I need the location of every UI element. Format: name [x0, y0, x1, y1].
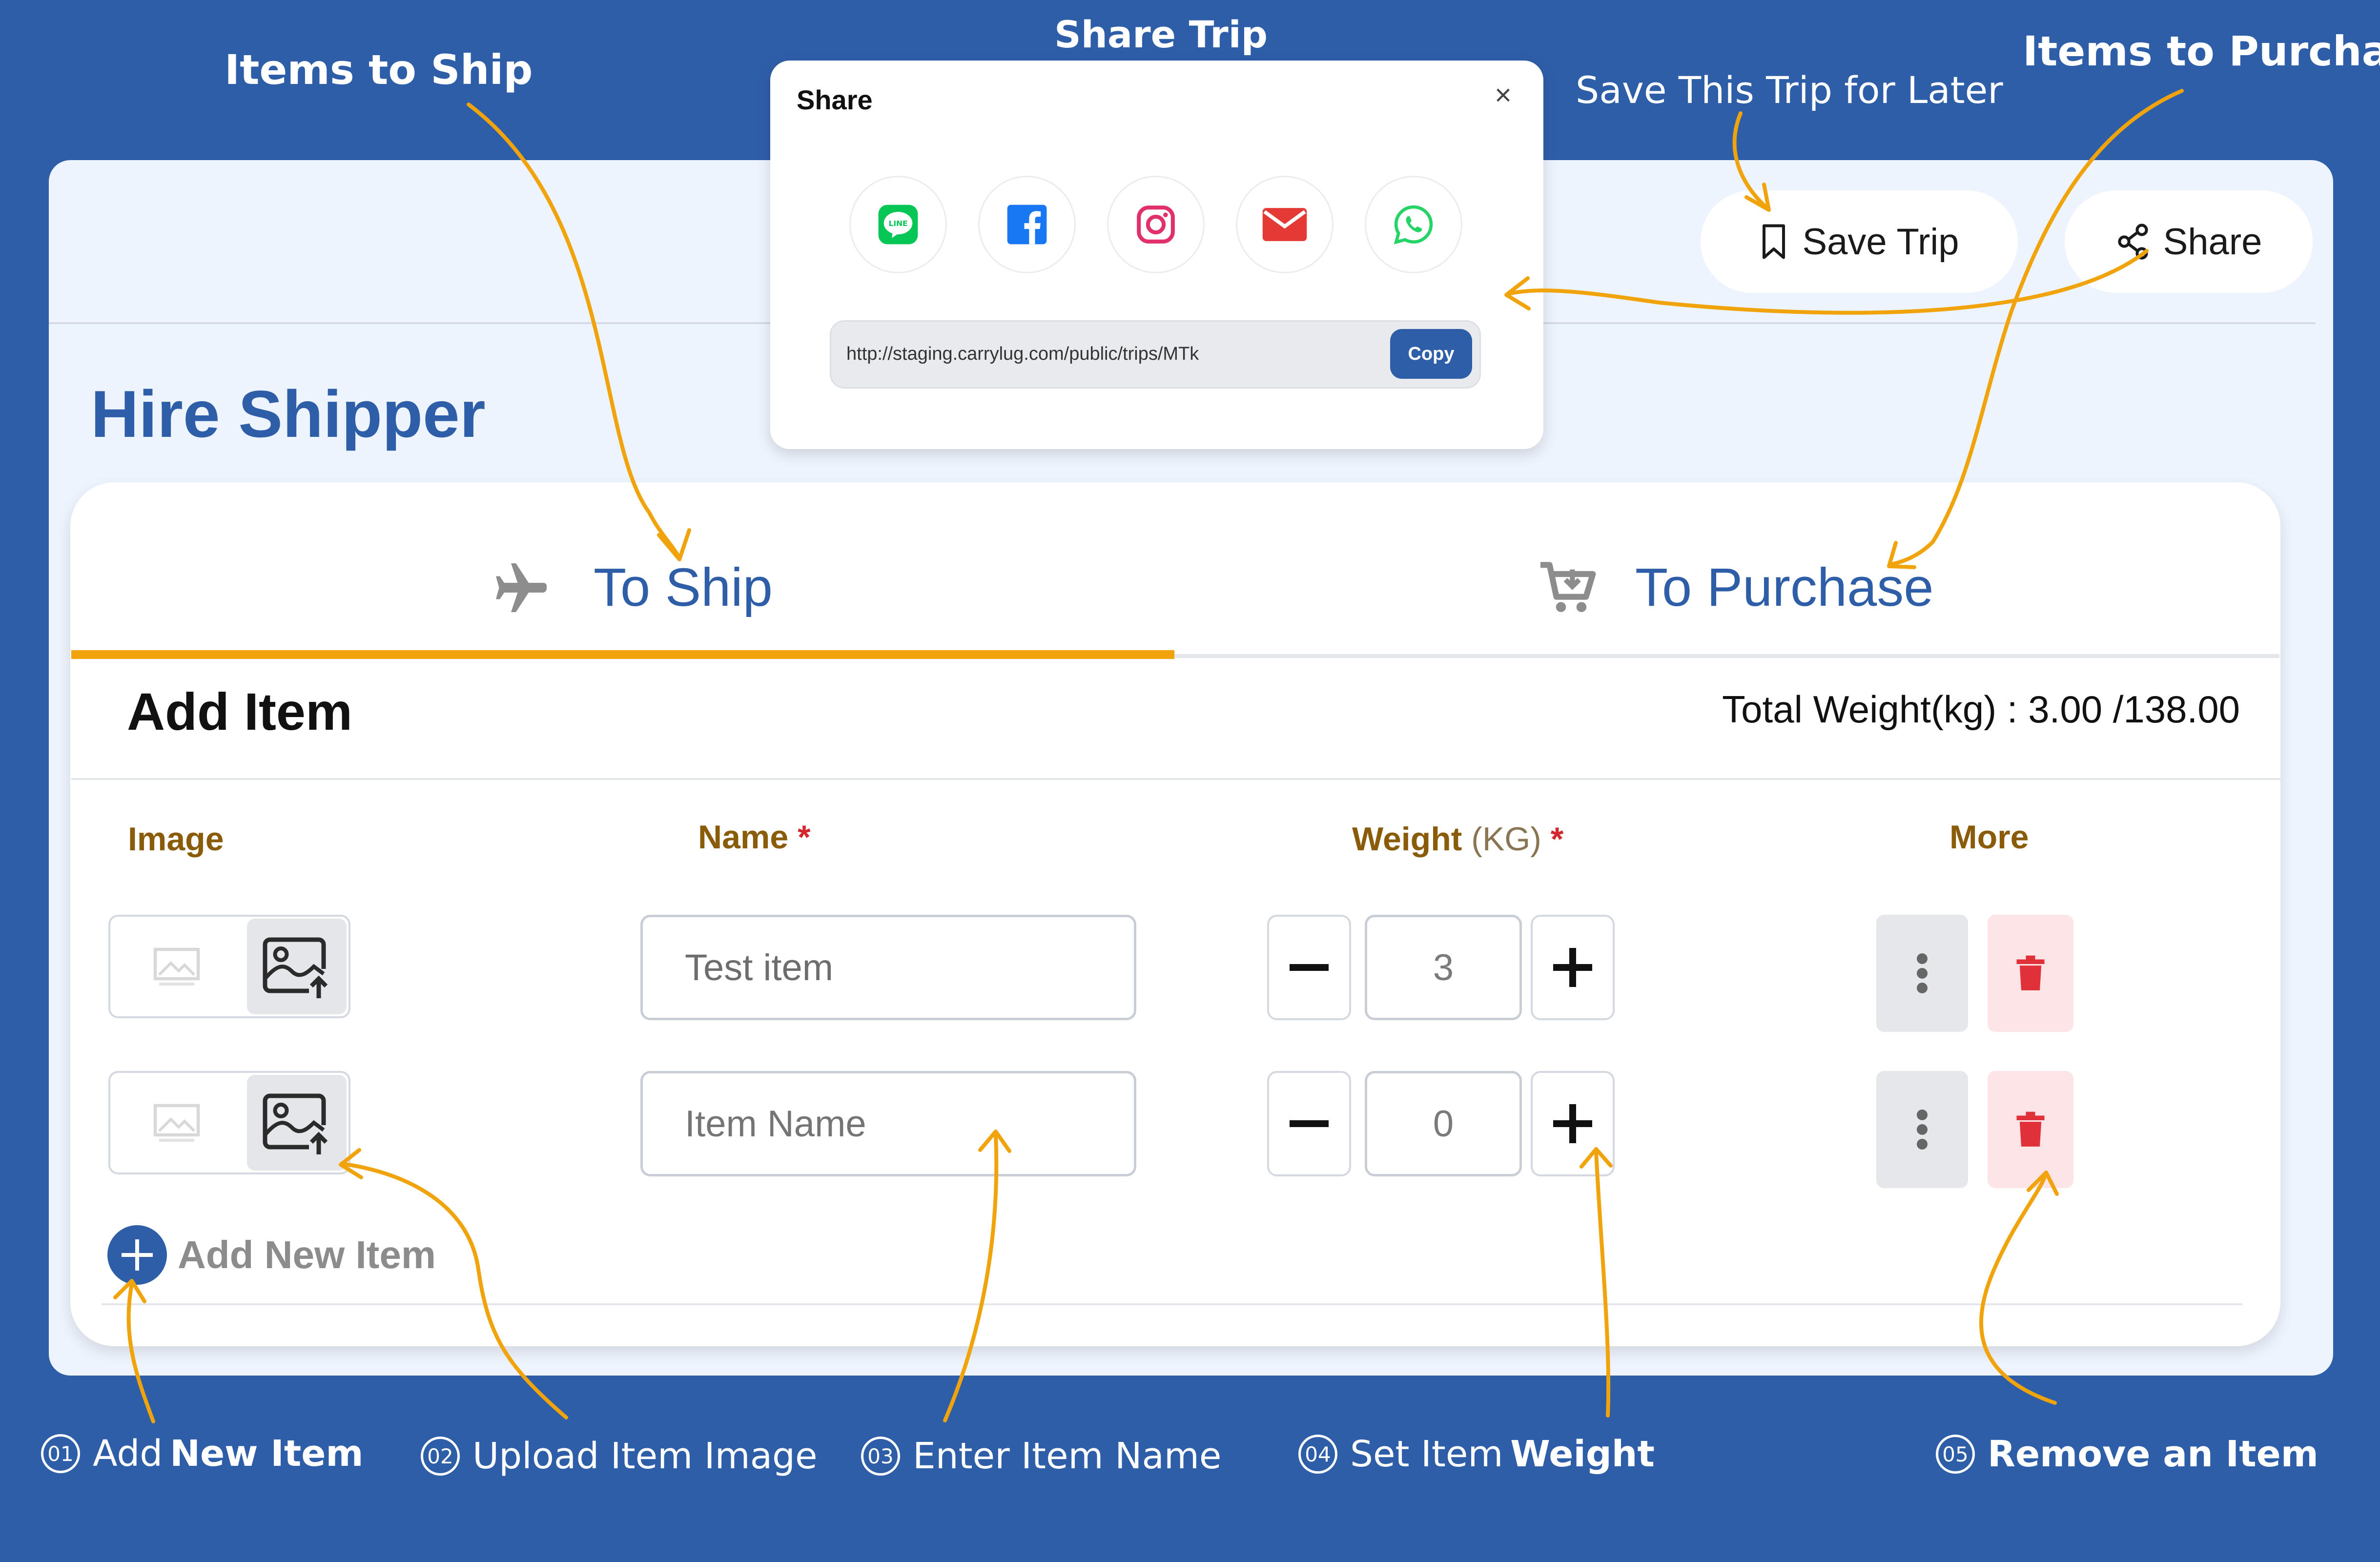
share-label: Share: [2163, 221, 2262, 263]
callout-item-name: 03 Enter Item Name: [861, 1435, 1221, 1477]
instagram-icon: [1137, 206, 1175, 244]
item-image-box: [108, 915, 350, 1018]
email-icon: [1262, 208, 1307, 241]
callout-number: 02: [421, 1437, 460, 1476]
callout-number: 03: [861, 1437, 900, 1476]
total-weight: Total Weight(kg) : 3.00 /138.00: [1722, 688, 2240, 731]
tab-to-ship-label: To Ship: [594, 557, 773, 617]
callout-remove-item: 05 Remove an Item: [1936, 1433, 2318, 1475]
annotation-items-to-purchase: Items to Purchase: [2023, 27, 2380, 75]
items-card: [70, 482, 2280, 1346]
delete-item-button[interactable]: [1988, 915, 2073, 1032]
save-trip-label: Save Trip: [1802, 221, 1959, 263]
share-button[interactable]: Share: [2065, 190, 2313, 293]
callout-number: 01: [41, 1434, 80, 1473]
minus-icon: [1290, 1120, 1329, 1127]
callout-number: 04: [1298, 1435, 1337, 1474]
upload-image-button[interactable]: [247, 919, 347, 1014]
share-facebook-button[interactable]: [978, 176, 1076, 273]
card-footer-divider: [102, 1303, 2242, 1305]
weight-value[interactable]: 0: [1365, 1071, 1522, 1176]
line-icon: LINE: [878, 205, 918, 245]
column-header-more: More: [1949, 819, 2029, 856]
share-modal-title: Share: [797, 84, 873, 115]
weight-unit: (KG): [1471, 821, 1541, 858]
item-name-input[interactable]: [640, 915, 1136, 1020]
callout-text-bold: Weight: [1510, 1433, 1655, 1475]
add-item-title: Add Item: [127, 682, 353, 741]
required-mark: *: [1550, 821, 1564, 858]
callout-text: Add: [93, 1433, 163, 1475]
image-placeholder-icon: [153, 1104, 200, 1142]
weight-decrement-button[interactable]: [1267, 1071, 1351, 1176]
svg-text:LINE: LINE: [889, 219, 908, 228]
annotation-save-for-later: Save This Trip for Later: [1576, 68, 2003, 112]
callout-number: 05: [1936, 1435, 1975, 1474]
bookmark-icon: [1763, 224, 1785, 259]
copy-url-button[interactable]: Copy: [1390, 329, 1472, 379]
weight-decrement-button[interactable]: [1267, 915, 1351, 1020]
more-options-button[interactable]: [1876, 915, 1968, 1032]
minus-icon: [1290, 964, 1329, 971]
kebab-menu-icon: [1917, 1110, 1928, 1150]
annotation-share-trip: Share Trip: [1054, 13, 1268, 56]
save-trip-button[interactable]: Save Trip: [1701, 190, 2018, 293]
image-upload-icon: [263, 1093, 328, 1154]
item-image-box: [108, 1071, 350, 1174]
active-tab-indicator: [71, 650, 1174, 659]
column-header-weight: Weight (KG) *: [1352, 820, 1563, 858]
callout-text: Upload Item Image: [472, 1435, 818, 1477]
callout-text: Set Item: [1350, 1433, 1503, 1475]
section-divider: [71, 778, 2280, 780]
tab-divider: [1174, 654, 2279, 658]
callout-text-bold: Remove an Item: [1988, 1433, 2318, 1475]
weight-value[interactable]: 3: [1365, 915, 1522, 1020]
callout-set-weight: 04 Set Item Weight: [1298, 1433, 1655, 1475]
trash-icon: [2016, 1111, 2045, 1147]
callout-add-new-item: 01 Add New Item: [41, 1433, 364, 1475]
facebook-icon: [1007, 205, 1047, 245]
callout-text: Enter Item Name: [913, 1435, 1222, 1477]
cart-icon: [1540, 561, 1596, 612]
add-new-item-label: Add New Item: [178, 1233, 436, 1276]
tab-to-purchase-label: To Purchase: [1635, 557, 1934, 617]
share-line-button[interactable]: LINE: [849, 176, 947, 273]
image-upload-icon: [263, 937, 328, 998]
image-placeholder-icon: [153, 947, 200, 986]
whatsapp-icon: [1394, 205, 1433, 245]
column-header-weight-label: Weight: [1352, 821, 1462, 858]
plus-icon: [1553, 1104, 1592, 1143]
more-options-button[interactable]: [1876, 1071, 1968, 1188]
kebab-menu-icon: [1917, 953, 1928, 993]
upload-image-button[interactable]: [247, 1075, 347, 1171]
weight-increment-button[interactable]: [1531, 915, 1615, 1020]
column-header-name-label: Name: [698, 819, 789, 856]
share-instagram-button[interactable]: [1107, 176, 1205, 273]
page-title: Hire Shipper: [91, 377, 486, 451]
share-whatsapp-button[interactable]: [1365, 176, 1462, 273]
column-header-name: Name *: [698, 818, 811, 856]
annotation-items-to-ship: Items to Ship: [225, 46, 533, 94]
tab-to-purchase[interactable]: To Purchase: [1538, 556, 1933, 618]
add-new-item-button[interactable]: Add New Item: [107, 1225, 436, 1285]
plus-circle-icon: [107, 1225, 167, 1285]
trash-icon: [2016, 955, 2045, 990]
close-icon[interactable]: ×: [1495, 78, 1512, 112]
share-url-text: http://staging.carrylug.com/public/trips…: [846, 344, 1199, 364]
plus-icon: [1553, 948, 1592, 987]
required-mark: *: [798, 819, 811, 856]
column-header-image: Image: [128, 821, 224, 858]
tab-to-ship[interactable]: To Ship: [493, 556, 773, 618]
callout-text-bold: New Item: [170, 1433, 364, 1475]
airplane-icon: [496, 563, 547, 612]
delete-item-button[interactable]: [1988, 1071, 2073, 1188]
item-name-input[interactable]: [640, 1071, 1136, 1176]
share-icon: [2117, 224, 2148, 260]
share-email-button[interactable]: [1236, 176, 1334, 273]
callout-upload-image: 02 Upload Item Image: [421, 1435, 818, 1477]
weight-increment-button[interactable]: [1531, 1071, 1615, 1176]
